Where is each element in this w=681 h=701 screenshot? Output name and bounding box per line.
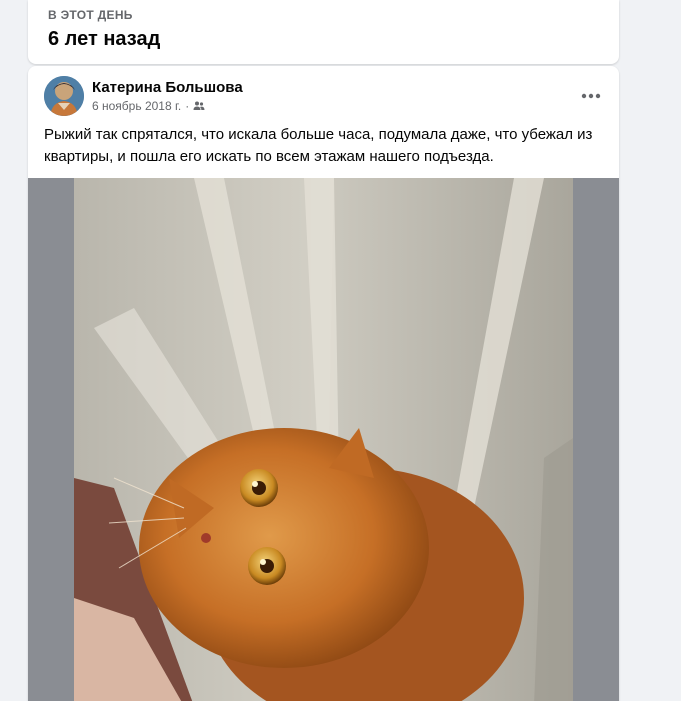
avatar-image	[44, 76, 84, 116]
post-date[interactable]: 6 ноябрь 2018 г.	[92, 99, 181, 113]
post-text: Рыжий так спрятался, что искала больше ч…	[44, 126, 593, 165]
author-name[interactable]: Катерина Большова	[92, 79, 243, 96]
section-label: В ЭТОТ ДЕНЬ	[48, 8, 133, 22]
more-horizontal-icon	[581, 93, 601, 99]
post-card: Катерина Большова 6 ноябрь 2018 г. · Рыж…	[28, 66, 619, 701]
photo-container[interactable]	[28, 178, 619, 701]
friends-icon[interactable]	[193, 100, 205, 112]
post-meta: 6 ноябрь 2018 г. ·	[92, 99, 205, 113]
years-ago-title: 6 лет назад	[48, 28, 161, 50]
avatar[interactable]	[44, 76, 84, 116]
page: В ЭТОТ ДЕНЬ 6 лет назад Катерина Большов…	[0, 0, 681, 701]
more-options-button[interactable]	[575, 82, 607, 110]
cat-photo-image	[74, 178, 573, 701]
cat-photo[interactable]	[74, 178, 573, 701]
meta-separator: ·	[185, 99, 190, 113]
memory-header-card: В ЭТОТ ДЕНЬ 6 лет назад	[28, 0, 619, 64]
